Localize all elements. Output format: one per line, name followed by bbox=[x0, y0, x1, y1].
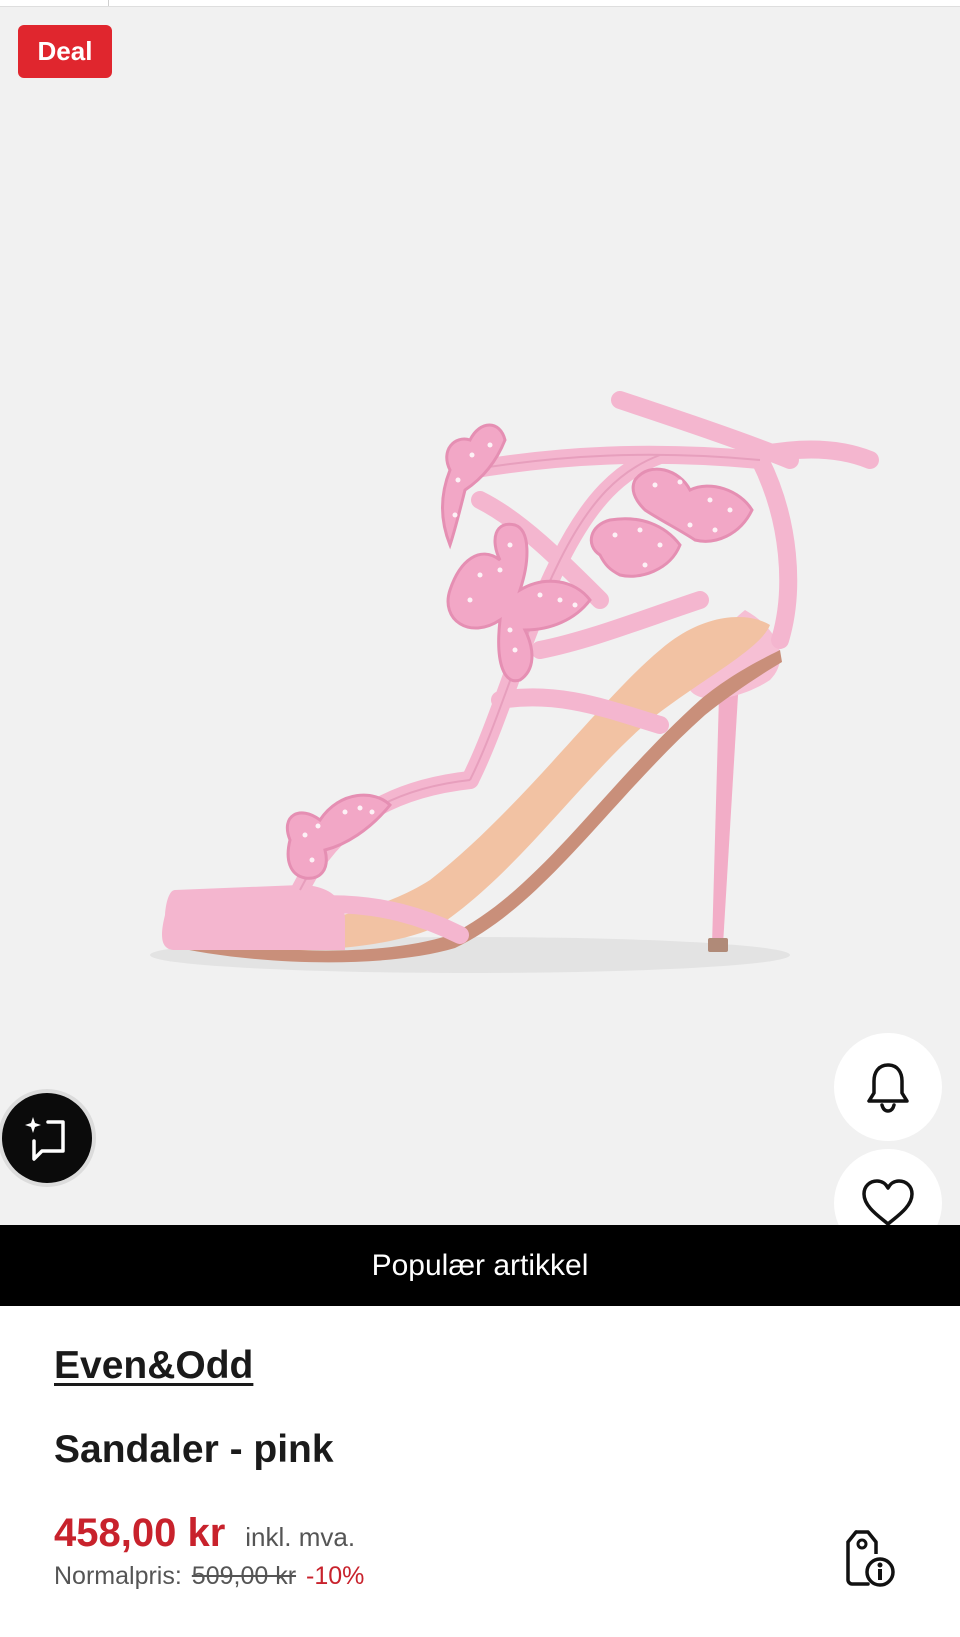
product-title: Sandaler - pink bbox=[54, 1428, 334, 1471]
discount-badge: -10% bbox=[306, 1562, 365, 1590]
price-row: 458,00 kr inkl. mva. bbox=[54, 1511, 355, 1556]
brand-link[interactable]: Even&Odd bbox=[54, 1344, 253, 1388]
vat-note: inkl. mva. bbox=[245, 1522, 356, 1552]
bell-icon bbox=[867, 1063, 909, 1113]
notify-button[interactable] bbox=[834, 1033, 942, 1141]
ai-assistant-button[interactable] bbox=[2, 1093, 92, 1183]
popular-banner: Populær artikkel bbox=[0, 1225, 960, 1306]
price-info-button[interactable] bbox=[838, 1526, 898, 1590]
normal-price: 509,00 kr bbox=[191, 1562, 297, 1590]
product-hero: Deal bbox=[0, 0, 960, 1225]
current-price: 458,00 kr bbox=[54, 1511, 226, 1555]
heart-icon bbox=[862, 1179, 914, 1225]
sparkle-chat-icon bbox=[25, 1117, 65, 1161]
deal-badge: Deal bbox=[18, 25, 112, 78]
normal-price-label: Normalpris: bbox=[54, 1562, 182, 1590]
price-tag-info-icon bbox=[846, 1530, 895, 1587]
product-image[interactable] bbox=[0, 0, 960, 1225]
normal-price-row: Normalpris: 509,00 kr -10% bbox=[54, 1562, 364, 1591]
